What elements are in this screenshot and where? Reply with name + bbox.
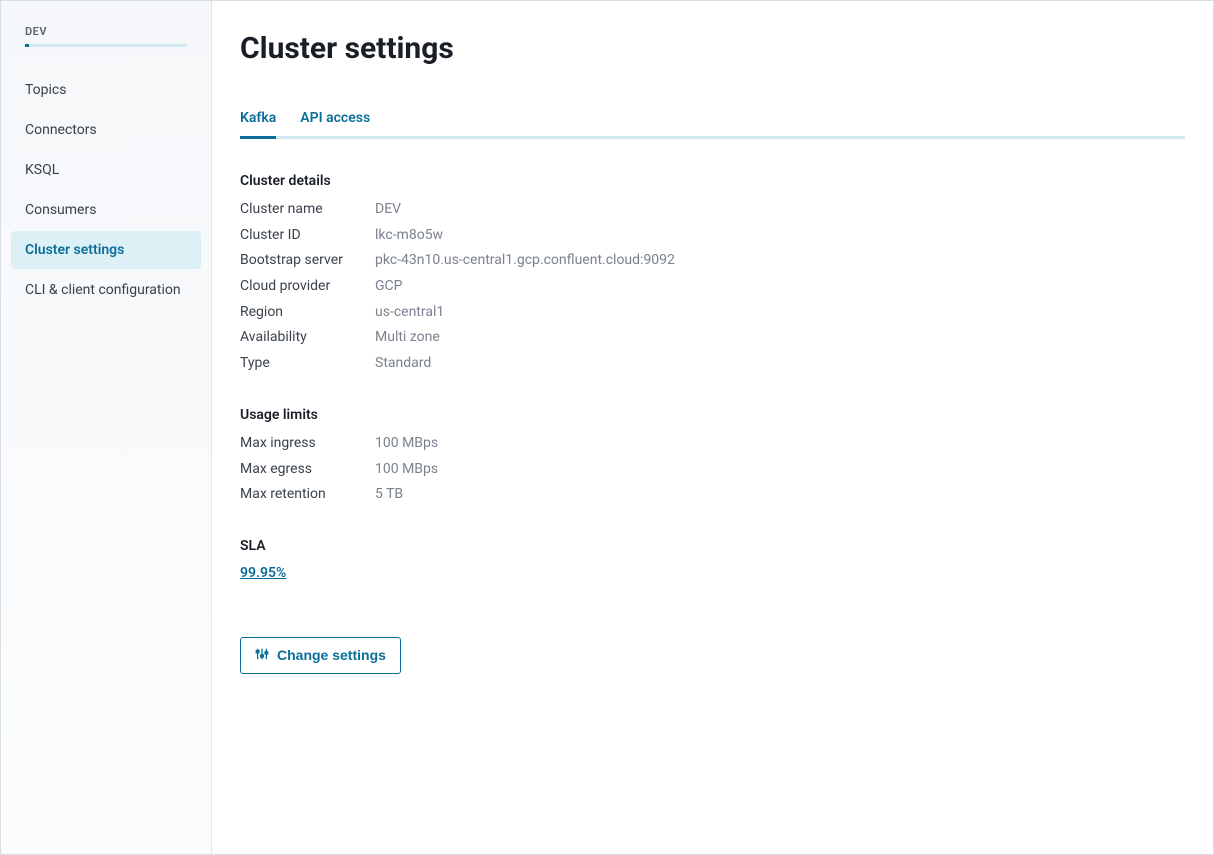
detail-val: Multi zone [375,327,440,349]
section-sla: SLA 99.95% [240,538,1185,581]
detail-key: Bootstrap server [240,250,375,272]
usage-val: 5 TB [375,484,403,506]
sidebar-item-label: Consumers [25,202,96,218]
tab-api-access[interactable]: API access [300,110,370,139]
detail-key: Cluster name [240,199,375,221]
sidebar-item-label: KSQL [25,162,59,178]
detail-val: us-central1 [375,302,444,324]
sidebar-underline [25,44,187,47]
section-title: Cluster details [240,173,1185,189]
detail-val: GCP [375,276,402,298]
sidebar-item-label: Connectors [25,122,97,138]
detail-val: DEV [375,199,401,221]
tab-kafka[interactable]: Kafka [240,110,276,139]
sidebar-item-topics[interactable]: Topics [11,71,201,109]
detail-row-availability: Availability Multi zone [240,325,1185,351]
detail-row-bootstrap-server: Bootstrap server pkc-43n10.us-central1.g… [240,248,1185,274]
sidebar-item-ksql[interactable]: KSQL [11,151,201,189]
tabs: Kafka API access [240,110,1185,139]
usage-row-max-retention: Max retention 5 TB [240,482,1185,508]
usage-row-max-ingress: Max ingress 100 MBps [240,431,1185,457]
detail-key: Type [240,353,375,375]
usage-key: Max egress [240,459,375,481]
sidebar-item-label: Topics [25,82,66,98]
sidebar-nav: Topics Connectors KSQL Consumers Cluster… [1,57,211,321]
sidebar-item-label: Cluster settings [25,242,124,258]
detail-val: pkc-43n10.us-central1.gcp.confluent.clou… [375,250,675,272]
sidebar-item-cluster-settings[interactable]: Cluster settings [11,231,201,269]
detail-row-cluster-id: Cluster ID lkc-m8o5w [240,223,1185,249]
usage-row-max-egress: Max egress 100 MBps [240,457,1185,483]
app-container: DEV Topics Connectors KSQL Consumers Clu… [0,0,1214,855]
detail-row-region: Region us-central1 [240,300,1185,326]
sliders-icon [255,647,269,664]
sidebar-item-connectors[interactable]: Connectors [11,111,201,149]
detail-row-type: Type Standard [240,351,1185,377]
section-title: SLA [240,538,1185,554]
usage-key: Max retention [240,484,375,506]
detail-key: Cluster ID [240,225,375,247]
sidebar: DEV Topics Connectors KSQL Consumers Clu… [1,1,212,854]
sidebar-env-label: DEV [25,25,187,38]
detail-val: lkc-m8o5w [375,225,443,247]
main-content: Cluster settings Kafka API access Cluste… [212,1,1213,854]
section-title: Usage limits [240,407,1185,423]
detail-row-cloud-provider: Cloud provider GCP [240,274,1185,300]
usage-val: 100 MBps [375,459,438,481]
change-settings-button[interactable]: Change settings [240,637,401,674]
sidebar-item-consumers[interactable]: Consumers [11,191,201,229]
section-cluster-details: Cluster details Cluster name DEV Cluster… [240,173,1185,377]
sidebar-header: DEV [1,1,211,57]
detail-val: Standard [375,353,431,375]
detail-key: Region [240,302,375,324]
detail-key: Availability [240,327,375,349]
sidebar-item-label: CLI & client configuration [25,282,181,298]
usage-key: Max ingress [240,433,375,455]
sla-link[interactable]: 99.95% [240,565,286,581]
change-settings-label: Change settings [277,647,386,663]
section-usage-limits: Usage limits Max ingress 100 MBps Max eg… [240,407,1185,508]
page-title: Cluster settings [240,31,1185,66]
tab-label: API access [300,110,370,126]
usage-val: 100 MBps [375,433,438,455]
detail-key: Cloud provider [240,276,375,298]
detail-row-cluster-name: Cluster name DEV [240,197,1185,223]
tab-label: Kafka [240,110,276,126]
sidebar-item-cli-config[interactable]: CLI & client configuration [11,271,201,309]
